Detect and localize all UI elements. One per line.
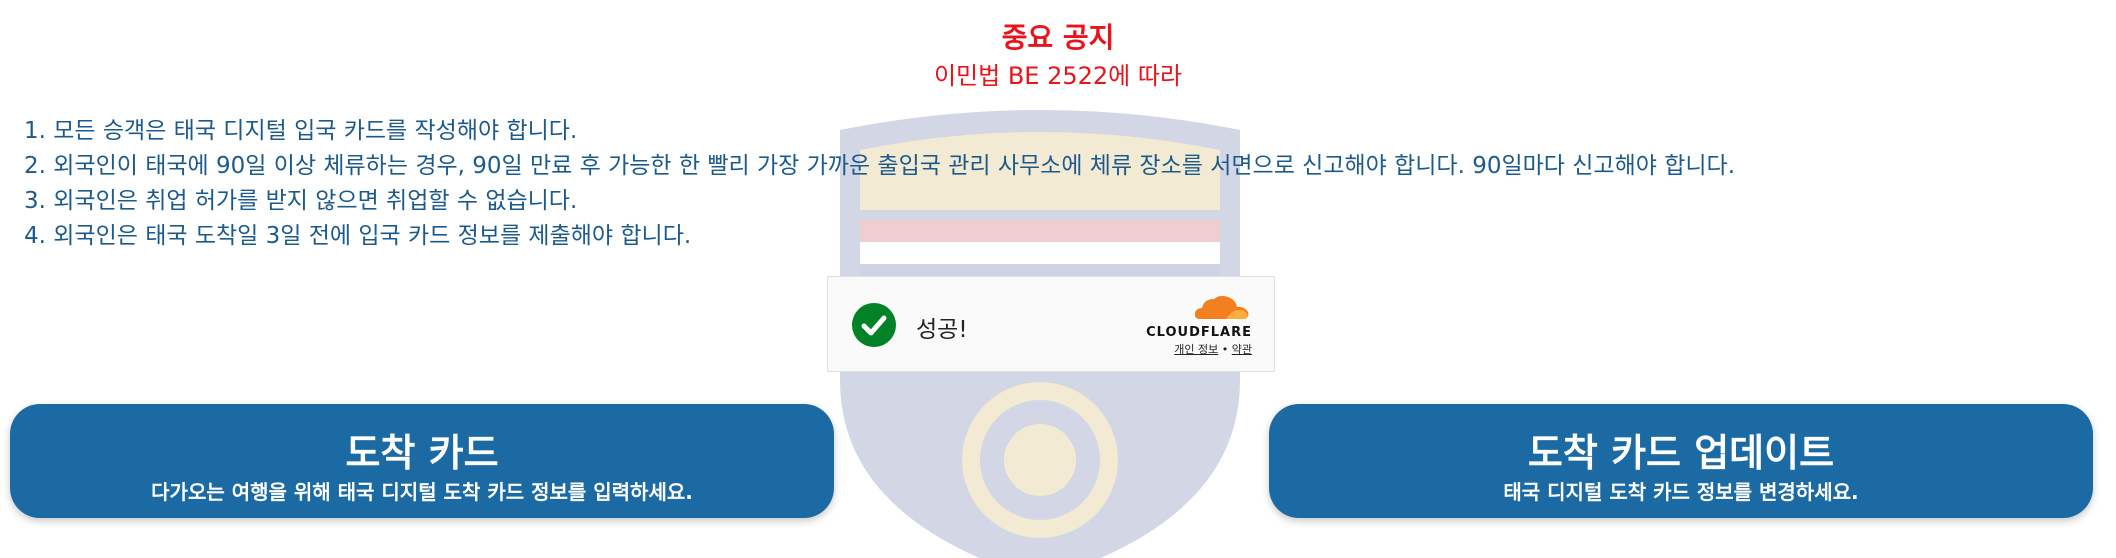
rule-item: 4. 외국인은 태국 도착일 3일 전에 입국 카드 정보를 제출해야 합니다.: [24, 223, 692, 249]
terms-link[interactable]: 약관: [1232, 343, 1252, 356]
cloudflare-logo: CLOUDFLARE: [1138, 293, 1252, 340]
arrival-card-description: 다가오는 여행을 위해 태국 디지털 도착 카드 정보를 입력하세요.: [151, 480, 693, 504]
notice-title: 중요 공지: [1001, 21, 1115, 54]
update-card-description: 태국 디지털 도착 카드 정보를 변경하세요.: [1503, 480, 1859, 504]
arrival-card-title: 도착 카드: [345, 431, 499, 475]
check-circle-icon: [852, 303, 896, 347]
rules-list: 1. 모든 승객은 태국 디지털 입국 카드를 작성해야 합니다. 2. 외국인…: [24, 114, 1735, 254]
cloudflare-widget[interactable]: 성공! CLOUDFLARE 개인 정보 • 약관: [827, 276, 1275, 372]
privacy-link[interactable]: 개인 정보: [1174, 343, 1218, 356]
rule-item: 2. 외국인이 태국에 90일 이상 체류하는 경우, 90일 만료 후 가능한…: [24, 153, 1736, 179]
notice-subtitle: 이민법 BE 2522에 따라: [933, 62, 1183, 90]
update-card-title: 도착 카드 업데이트: [1527, 431, 1835, 475]
arrival-card-button[interactable]: 도착 카드 다가오는 여행을 위해 태국 디지털 도착 카드 정보를 입력하세요…: [10, 404, 834, 518]
rule-item: 1. 모든 승객은 태국 디지털 입국 카드를 작성해야 합니다.: [24, 118, 578, 144]
page: 중요 공지 이민법 BE 2522에 따라 1. 모든 승객은 태국 디지털 입…: [0, 0, 2116, 558]
cloudflare-cloud-icon: [1194, 295, 1249, 319]
update-arrival-card-button[interactable]: 도착 카드 업데이트 태국 디지털 도착 카드 정보를 변경하세요.: [1269, 404, 2093, 518]
cloudflare-links: 개인 정보 • 약관: [1174, 341, 1252, 357]
verification-status: 성공!: [916, 317, 968, 343]
cloudflare-wordmark: CLOUDFLARE: [1146, 325, 1252, 340]
rule-item: 3. 외국인은 취업 허가를 받지 않으면 취업할 수 없습니다.: [24, 188, 578, 214]
link-separator: •: [1221, 343, 1229, 356]
